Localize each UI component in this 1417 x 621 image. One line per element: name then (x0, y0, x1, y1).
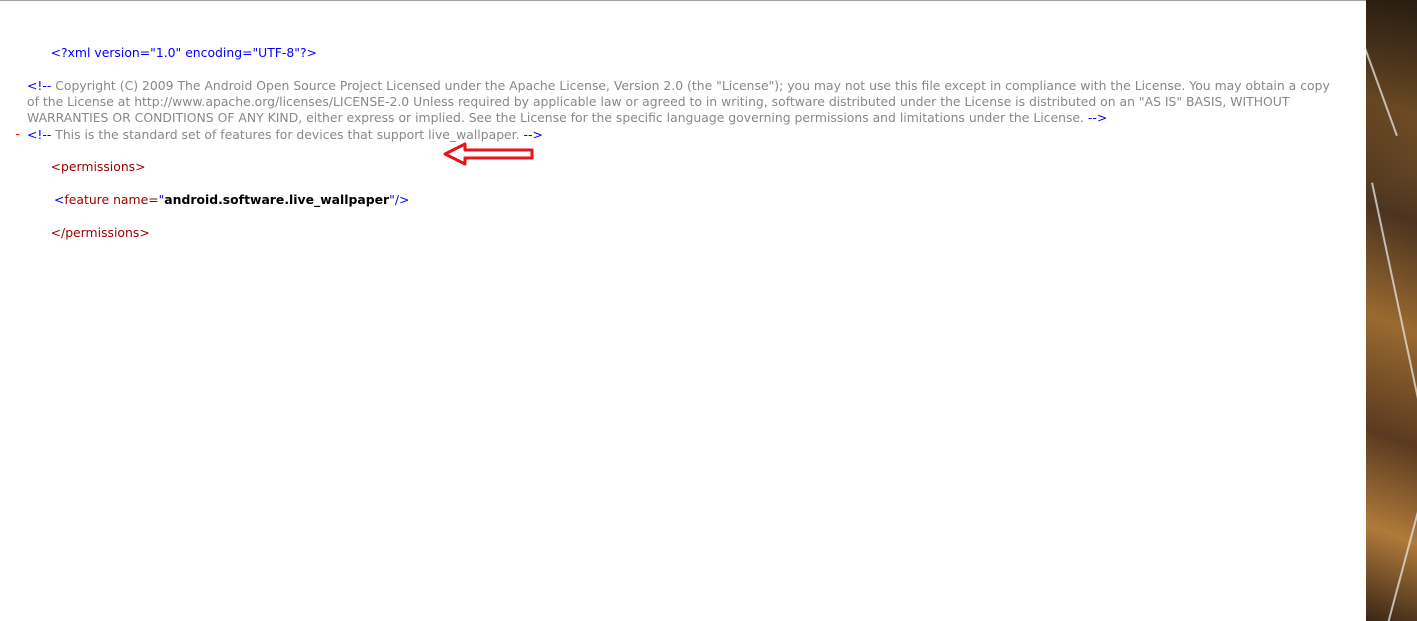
feature-name-value: android.software.live_wallpaper (164, 191, 390, 207)
permissions-close-tag: </permissions> (50, 224, 150, 240)
feature-line: <feature name="android.software.live_wal… (27, 192, 1345, 208)
wallpaper-line (1371, 182, 1417, 418)
xml-viewer: <?xml version="1.0" encoding="UTF-8"?> <… (0, 0, 1366, 621)
desktop-background (1366, 0, 1417, 621)
features-comment-text: This is the standard set of features for… (55, 126, 520, 142)
xml-declaration-text: <?xml version="1.0" encoding="UTF-8"?> (50, 45, 317, 61)
comment-open: <!-- (27, 77, 52, 93)
xml-declaration: <?xml version="1.0" encoding="UTF-8"?> (27, 29, 1345, 78)
features-comment: <!-- This is the standard set of feature… (27, 127, 1345, 143)
comment-close: --> (1087, 110, 1108, 126)
collapse-toggle[interactable]: - (14, 126, 21, 142)
permissions-open-tag: <permissions> (50, 159, 146, 175)
license-comment: <!-- Copyright (C) 2009 The Android Open… (27, 78, 1345, 127)
wallpaper-line (1383, 482, 1417, 621)
comment-close: --> (523, 126, 543, 142)
permissions-close-line: </permissions> (27, 208, 1345, 257)
feature-open-bracket: < (54, 191, 65, 207)
xml-document: <?xml version="1.0" encoding="UTF-8"?> <… (27, 29, 1345, 257)
feature-tag-attr: feature name= (64, 191, 159, 207)
comment-open: <!-- (27, 126, 52, 142)
wallpaper-line (1366, 3, 1398, 137)
permissions-open-line: <permissions> (27, 143, 1345, 192)
license-comment-text: Copyright (C) 2009 The Android Open Sour… (27, 77, 1330, 126)
feature-self-close: /> (394, 191, 410, 207)
red-left-arrow-icon (443, 142, 534, 166)
